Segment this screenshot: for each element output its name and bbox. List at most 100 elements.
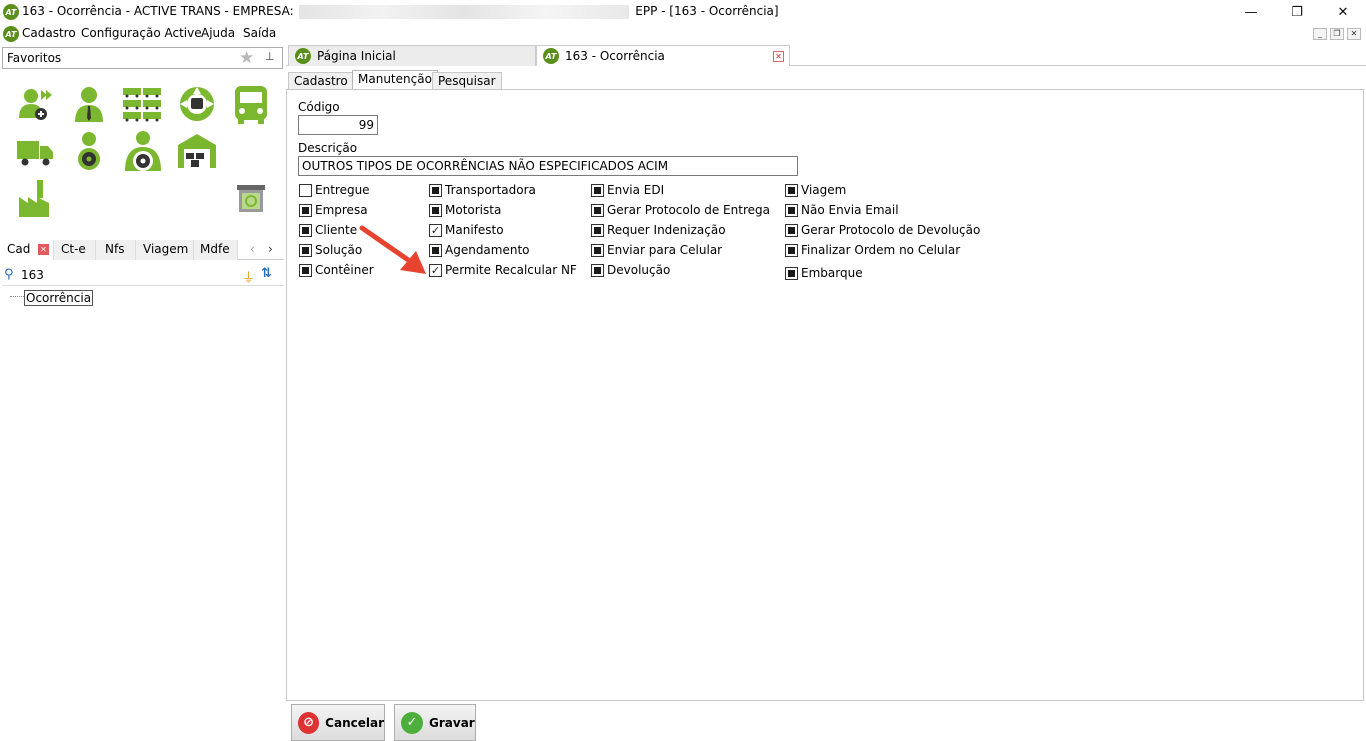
checkbox-requer-indenizacao[interactable]: Requer Indenização — [591, 222, 726, 238]
checkbox-nao-envia-email[interactable]: Não Envia Email — [785, 202, 899, 218]
checkbox-label: Manifesto — [445, 223, 504, 237]
minimize-button[interactable]: — — [1228, 0, 1274, 24]
tab-ocorrencia[interactable]: AT 163 - Ocorrência ✕ — [536, 45, 790, 66]
star-icon[interactable]: ★ — [239, 48, 254, 68]
tab-nfs[interactable]: Nfs — [96, 240, 136, 260]
checkbox-box[interactable] — [299, 243, 312, 257]
cancel-button-label: Cancelar — [325, 715, 384, 730]
checkbox-envia-edi[interactable]: Envia EDI — [591, 182, 664, 198]
checkbox-label: Empresa — [315, 203, 368, 217]
warehouse-icon[interactable] — [172, 129, 222, 173]
checkbox-transportadora[interactable]: Transportadora — [429, 182, 536, 198]
checkbox-box[interactable] — [785, 183, 798, 197]
tab-cte[interactable]: Ct-e — [54, 240, 96, 260]
checkbox-box[interactable] — [591, 223, 604, 237]
tab-pesquisar[interactable]: Pesquisar — [432, 72, 502, 90]
mdi-minimize-button[interactable]: _ — [1313, 28, 1327, 40]
checkbox-label: Enviar para Celular — [607, 243, 723, 257]
checkbox-label: Embarque — [801, 266, 863, 280]
scroll-right-icon[interactable]: › — [268, 242, 273, 256]
menu-cadastro[interactable]: Cadastro — [22, 26, 76, 40]
window-title: 163 - Ocorrência - ACTIVE TRANS - EMPRES… — [22, 4, 779, 19]
tab-mdfe[interactable]: Mdfe — [194, 240, 238, 260]
checkbox-box[interactable] — [785, 203, 798, 217]
factory-icon[interactable] — [10, 176, 60, 220]
checkbox-box[interactable] — [591, 203, 604, 217]
checkbox-box[interactable] — [591, 183, 604, 197]
checkbox-label: Não Envia Email — [801, 203, 899, 217]
tab-manutencao[interactable]: Manutenção — [352, 70, 438, 91]
checkbox-enviar-para-celular[interactable]: Enviar para Celular — [591, 242, 722, 258]
pin-icon[interactable]: ⊥ — [265, 50, 275, 63]
person-icon[interactable] — [64, 82, 114, 126]
checkbox-box[interactable] — [299, 223, 312, 237]
driver-wheel-icon[interactable] — [118, 129, 168, 173]
save-button[interactable]: ✓ Gravar — [394, 704, 476, 741]
checkbox-box[interactable] — [785, 243, 798, 257]
save-check-icon: ✓ — [401, 711, 423, 734]
left-tabs: Cad ✕ Ct-e Nfs Viagem Mdfe ‹ › — [2, 240, 284, 260]
descricao-field[interactable]: OUTROS TIPOS DE OCORRÊNCIAS NÃO ESPECIFI… — [298, 156, 798, 176]
app-logo-icon: AT — [3, 4, 19, 20]
trucks-icon[interactable] — [118, 82, 168, 126]
checkbox-empresa[interactable]: Empresa — [299, 202, 368, 218]
checkbox-viagem[interactable]: Viagem — [785, 182, 846, 198]
codigo-field[interactable]: 99 — [298, 115, 378, 135]
restore-button[interactable]: ❐ — [1274, 0, 1320, 24]
driver-icon[interactable] — [64, 129, 114, 173]
recycle-bin-icon[interactable] — [226, 176, 276, 220]
tab-cad[interactable]: Cad ✕ — [2, 240, 54, 260]
checkbox-agendamento[interactable]: Agendamento — [429, 242, 530, 258]
close-tab-icon[interactable]: ✕ — [38, 244, 49, 255]
cancel-button[interactable]: ⊘ Cancelar — [291, 704, 385, 741]
tab-pagina-inicial[interactable]: AT Página Inicial — [288, 45, 536, 66]
wheel-truck-icon[interactable] — [172, 82, 222, 126]
checkbox-box[interactable] — [785, 223, 798, 237]
checkbox-cliente[interactable]: Cliente — [299, 222, 357, 238]
menu-ajuda[interactable]: Ajuda — [201, 26, 235, 40]
checkbox-box[interactable] — [429, 183, 442, 197]
checkbox-entregue[interactable]: Entregue — [299, 182, 370, 198]
mdi-close-button[interactable]: ✕ — [1347, 28, 1361, 40]
window-title-prefix: 163 - Ocorrência - ACTIVE TRANS - EMPRES… — [22, 4, 294, 18]
close-tab-icon[interactable]: ✕ — [773, 51, 784, 62]
checkbox-gerar-protocolo-de-entrega[interactable]: Gerar Protocolo de Entrega — [591, 202, 770, 218]
checkbox-box[interactable] — [591, 243, 604, 257]
menu-saida[interactable]: Saída — [243, 26, 276, 40]
checkbox-solucao[interactable]: Solução — [299, 242, 362, 258]
save-button-label: Gravar — [429, 715, 475, 730]
checkbox-manifesto[interactable]: Manifesto — [429, 222, 504, 238]
checkbox-label: Finalizar Ordem no Celular — [801, 243, 961, 257]
tree-item-ocorrencia[interactable]: Ocorrência — [24, 290, 94, 306]
checkbox-devolucao[interactable]: Devolução — [591, 262, 670, 278]
checkbox-box[interactable] — [591, 263, 604, 277]
mdi-restore-button[interactable]: ❐ — [1330, 28, 1344, 40]
scroll-left-icon[interactable]: ‹ — [250, 242, 255, 256]
tree-search-input[interactable]: 163 — [21, 268, 44, 282]
checkbox-box[interactable] — [429, 203, 442, 217]
descricao-label: Descrição — [298, 141, 358, 155]
checkbox-box[interactable] — [299, 203, 312, 217]
favorites-box[interactable]: Favoritos ★ ⊥ — [2, 47, 283, 69]
checkbox-label: Requer Indenização — [607, 223, 726, 237]
menu-configuracao[interactable]: Configuração Active — [81, 26, 202, 40]
bus-icon[interactable] — [226, 82, 276, 126]
checkbox-box[interactable] — [785, 266, 798, 280]
checkbox-label: Entregue — [315, 183, 370, 197]
checkbox-embarque[interactable]: Embarque — [785, 265, 863, 281]
tab-cadastro[interactable]: Cadastro — [288, 72, 354, 90]
close-button[interactable]: ✕ — [1320, 0, 1366, 24]
tree-search-row: ⚲ 163 ⏚ ⇅ — [2, 266, 284, 286]
checkbox-gerar-protocolo-de-devolucao[interactable]: Gerar Protocolo de Devolução — [785, 222, 980, 238]
checkbox-motorista[interactable]: Motorista — [429, 202, 501, 218]
delivery-truck-icon[interactable] — [10, 129, 60, 173]
checkbox-label: Transportadora — [445, 183, 536, 197]
tab-viagem[interactable]: Viagem — [136, 240, 194, 260]
checkbox-box[interactable] — [299, 263, 312, 277]
sort-icon[interactable]: ⇅ — [261, 266, 272, 281]
checkbox-box[interactable] — [299, 183, 312, 197]
checkbox-permite-recalcular-nf[interactable]: Permite Recalcular NF — [429, 262, 577, 278]
clear-filter-icon[interactable]: ⏚ — [242, 267, 255, 286]
add-user-icon[interactable] — [10, 82, 60, 126]
checkbox-finalizar-ordem-no-celular[interactable]: Finalizar Ordem no Celular — [785, 242, 960, 258]
